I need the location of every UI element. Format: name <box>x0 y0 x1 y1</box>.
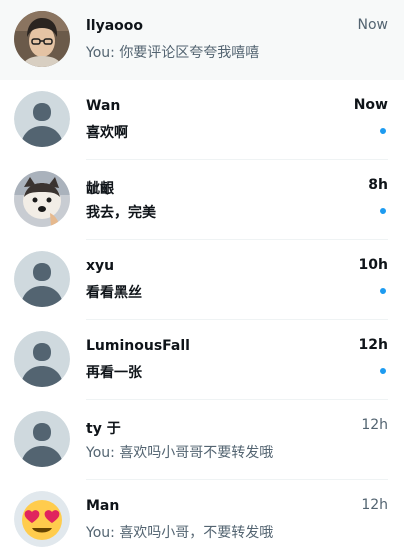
message-text: 喜欢啊 <box>86 125 128 141</box>
conversation-content: ty 于 12h You: 喜欢吗小哥哥不要转发哦 <box>86 416 388 462</box>
conversation-body: 喜欢啊 <box>86 120 388 142</box>
conversation-header: Man 12h <box>86 496 388 516</box>
default-user-icon <box>14 251 70 307</box>
you-prefix: You: <box>86 45 115 61</box>
conversation-item[interactable]: LuminousFall 12h 再看一张 <box>0 320 404 400</box>
default-user-icon <box>14 411 70 467</box>
conversation-content: Man 12h You: 喜欢吗小哥，不要转发哦 <box>86 496 388 542</box>
you-prefix: You: <box>86 525 115 541</box>
conversation-header: Wan Now <box>86 96 388 116</box>
avatar[interactable] <box>14 171 70 227</box>
user-name: llyaooo <box>86 18 144 34</box>
user-name: LuminousFall <box>86 338 190 354</box>
default-avatar[interactable] <box>14 331 70 387</box>
conversation-list: llyaooo Now You: 你要评论区夸夸我嘻嘻 Wan Now 喜欢啊 龇齦 8h… <box>0 0 404 550</box>
unread-dot-icon <box>380 288 386 294</box>
unread-dot-icon <box>380 128 386 134</box>
conversation-header: ty 于 12h <box>86 416 388 437</box>
user-name: xyu <box>86 258 115 274</box>
conversation-header: 龇齦 8h <box>86 176 388 197</box>
conversation-item[interactable]: xyu 10h 看看黑丝 <box>0 240 404 320</box>
conversation-body: You: 你要评论区夸夸我嘻嘻 <box>86 40 388 62</box>
photo-dog-icon <box>14 171 70 227</box>
timestamp: 12h <box>361 417 388 433</box>
message-text: 喜欢吗小哥哥不要转发哦 <box>119 445 274 461</box>
timestamp: Now <box>353 97 388 113</box>
conversation-content: 龇齦 8h 我去，完美 <box>86 176 388 222</box>
message-preview: You: 喜欢吗小哥，不要转发哦 <box>86 522 273 542</box>
conversation-body: 我去，完美 <box>86 200 388 222</box>
conversation-header: llyaooo Now <box>86 16 388 36</box>
conversation-content: LuminousFall 12h 再看一张 <box>86 336 388 382</box>
message-preview: 看看黑丝 <box>86 282 142 302</box>
user-name: 龇齦 <box>86 181 114 197</box>
conversation-item[interactable]: Man 12h You: 喜欢吗小哥，不要转发哦 <box>0 480 404 550</box>
conversation-content: llyaooo Now You: 你要评论区夸夸我嘻嘻 <box>86 16 388 62</box>
message-text: 我去，完美 <box>86 205 156 221</box>
timestamp: 12h <box>361 497 388 513</box>
unread-dot-icon <box>380 208 386 214</box>
default-user-icon <box>14 331 70 387</box>
photo-person-icon <box>14 11 70 67</box>
message-preview: You: 喜欢吗小哥哥不要转发哦 <box>86 442 273 462</box>
unread-dot-icon <box>380 368 386 374</box>
conversation-content: xyu 10h 看看黑丝 <box>86 256 388 302</box>
default-avatar[interactable] <box>14 251 70 307</box>
message-text: 再看一张 <box>86 365 142 381</box>
conversation-body: You: 喜欢吗小哥，不要转发哦 <box>86 520 388 542</box>
default-avatar[interactable] <box>14 91 70 147</box>
timestamp: 10h <box>358 257 388 273</box>
conversation-item[interactable]: Wan Now 喜欢啊 <box>0 80 404 160</box>
message-text: 喜欢吗小哥，不要转发哦 <box>119 525 274 541</box>
message-preview: 喜欢啊 <box>86 122 128 142</box>
avatar[interactable] <box>14 491 70 547</box>
conversation-body: 看看黑丝 <box>86 280 388 302</box>
conversation-header: xyu 10h <box>86 256 388 276</box>
conversation-body: 再看一张 <box>86 360 388 382</box>
message-text: 看看黑丝 <box>86 285 142 301</box>
conversation-content: Wan Now 喜欢啊 <box>86 96 388 142</box>
timestamp: Now <box>357 17 389 33</box>
message-preview: 再看一张 <box>86 362 142 382</box>
user-name: ty 于 <box>86 421 121 437</box>
timestamp: 8h <box>368 177 388 193</box>
conversation-item[interactable]: llyaooo Now You: 你要评论区夸夸我嘻嘻 <box>0 0 404 80</box>
default-avatar[interactable] <box>14 411 70 467</box>
conversation-body: You: 喜欢吗小哥哥不要转发哦 <box>86 440 388 462</box>
timestamp: 12h <box>358 337 388 353</box>
conversation-item[interactable]: 龇齦 8h 我去，完美 <box>0 160 404 240</box>
default-user-icon <box>14 91 70 147</box>
avatar[interactable] <box>14 11 70 67</box>
you-prefix: You: <box>86 445 115 461</box>
heart-eyes-emoji-icon <box>14 491 70 547</box>
user-name: Man <box>86 498 120 514</box>
conversation-header: LuminousFall 12h <box>86 336 388 356</box>
message-preview: You: 你要评论区夸夸我嘻嘻 <box>86 42 259 62</box>
message-preview: 我去，完美 <box>86 202 156 222</box>
conversation-item[interactable]: ty 于 12h You: 喜欢吗小哥哥不要转发哦 <box>0 400 404 480</box>
user-name: Wan <box>86 98 121 114</box>
message-text: 你要评论区夸夸我嘻嘻 <box>119 45 260 61</box>
